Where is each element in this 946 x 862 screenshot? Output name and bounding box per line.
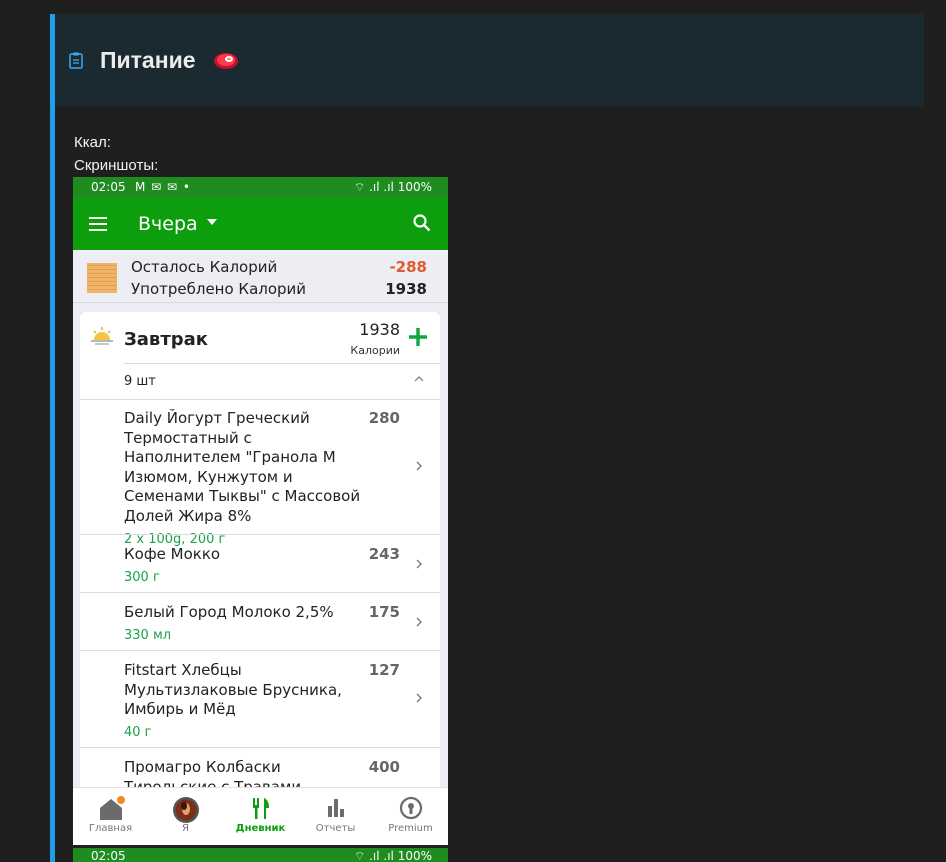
phone-screenshot: 02:05 M ✉ ✉ • ⌔ .ıl .ıl 100% Вчера Остал… bbox=[73, 177, 448, 845]
food-kcal: 175 bbox=[368, 603, 400, 621]
divider bbox=[124, 363, 440, 364]
nav-home[interactable]: Главная bbox=[73, 788, 148, 845]
status-time: 02:05 bbox=[91, 180, 126, 194]
food-kcal: 127 bbox=[368, 661, 400, 679]
day-selector[interactable]: Вчера bbox=[138, 213, 198, 235]
divider bbox=[80, 534, 440, 535]
clipboard-icon bbox=[69, 52, 83, 69]
nav-me[interactable]: Я bbox=[148, 788, 223, 845]
consumed-label: Употреблено Калорий bbox=[131, 280, 307, 298]
status-battery: ⌔ .ıl .ıl 100% bbox=[354, 180, 432, 194]
status-notifications: M ✉ ✉ • bbox=[135, 180, 191, 194]
food-name: Daily Йогурт Греческий Термостатный с На… bbox=[124, 409, 361, 525]
chevron-right-icon bbox=[416, 559, 422, 569]
kcal-label: Ккал: bbox=[74, 134, 111, 151]
next-screenshot-statusbar: 02:05 ⌔ .ıl .ıl 100% bbox=[73, 848, 448, 862]
avatar bbox=[172, 797, 199, 823]
divider bbox=[80, 747, 440, 748]
meal-title: Завтрак bbox=[124, 329, 209, 350]
food-kcal: 243 bbox=[368, 545, 400, 563]
divider bbox=[80, 650, 440, 651]
status-battery: ⌔ .ıl .ıl 100% bbox=[354, 849, 432, 862]
status-time: 02:05 bbox=[91, 849, 126, 862]
bar-chart-icon bbox=[327, 799, 344, 817]
food-name: Кофе Мокко bbox=[124, 545, 221, 563]
app-bar: Вчера bbox=[73, 198, 448, 250]
food-amount: 40 г bbox=[124, 724, 152, 740]
calorie-grid-icon bbox=[87, 263, 117, 293]
food-name: Белый Город Молоко 2,5% bbox=[124, 603, 334, 621]
nav-label: Дневник bbox=[235, 823, 286, 834]
nav-label: Premium bbox=[388, 823, 433, 834]
food-kcal: 280 bbox=[368, 409, 400, 427]
add-food-icon[interactable] bbox=[407, 326, 429, 348]
nav-label: Главная bbox=[88, 823, 133, 834]
food-item[interactable]: Кофе Мокко 243 300 г bbox=[124, 545, 440, 585]
meat-emoji-icon bbox=[214, 53, 238, 69]
premium-icon bbox=[399, 796, 422, 820]
screenshots-label: Скриншоты: bbox=[74, 157, 159, 174]
food-item[interactable]: Белый Город Молоко 2,5% 175 330 мл bbox=[124, 603, 440, 643]
accent-bar bbox=[50, 14, 55, 862]
nav-label: Я bbox=[182, 823, 189, 834]
caret-down-icon[interactable] bbox=[207, 219, 217, 225]
chevron-right-icon bbox=[416, 461, 422, 471]
divider bbox=[80, 399, 440, 400]
meal-kcal: 1938 bbox=[359, 320, 400, 339]
bottom-navigation: Главная Я Дневник Отчеты Premium bbox=[73, 787, 448, 845]
food-amount: 300 г bbox=[124, 569, 160, 585]
item-count: 9 шт bbox=[124, 374, 156, 389]
remaining-label: Осталось Калорий bbox=[131, 258, 278, 276]
nav-label: Отчеты bbox=[315, 823, 356, 834]
meal-card-breakfast: Завтрак 1938 Калории 9 шт Daily Йогурт Г… bbox=[80, 312, 440, 845]
status-bar: 02:05 M ✉ ✉ • ⌔ .ıl .ıl 100% bbox=[73, 177, 448, 198]
nav-diary[interactable]: Дневник bbox=[223, 788, 298, 845]
chevron-right-icon bbox=[416, 617, 422, 627]
search-icon[interactable] bbox=[412, 213, 432, 233]
divider bbox=[80, 592, 440, 593]
page-title: Питание bbox=[100, 47, 196, 73]
nav-premium[interactable]: Premium bbox=[373, 788, 448, 845]
home-icon bbox=[99, 796, 125, 820]
section-header: Питание bbox=[55, 14, 924, 106]
chevron-right-icon bbox=[416, 693, 422, 703]
fork-knife-icon bbox=[252, 798, 269, 819]
food-item[interactable]: Fitstart Хлебцы Мультизлаковые Брусника,… bbox=[124, 661, 440, 740]
nav-reports[interactable]: Отчеты bbox=[298, 788, 373, 845]
chevron-up-icon[interactable] bbox=[414, 374, 424, 384]
consumed-value: 1938 bbox=[385, 280, 427, 298]
food-amount: 330 мл bbox=[124, 627, 172, 643]
hamburger-menu-icon[interactable] bbox=[89, 217, 107, 231]
meal-kcal-label: Калории bbox=[350, 344, 400, 357]
food-item[interactable]: Daily Йогурт Греческий Термостатный с На… bbox=[124, 409, 440, 547]
food-name: Fitstart Хлебцы Мультизлаковые Брусника,… bbox=[124, 661, 342, 719]
food-kcal: 400 bbox=[368, 758, 400, 776]
calorie-summary: Осталось Калорий -288 Употреблено Калори… bbox=[73, 250, 448, 303]
sun-icon bbox=[91, 327, 113, 345]
remaining-value: -288 bbox=[389, 258, 427, 276]
